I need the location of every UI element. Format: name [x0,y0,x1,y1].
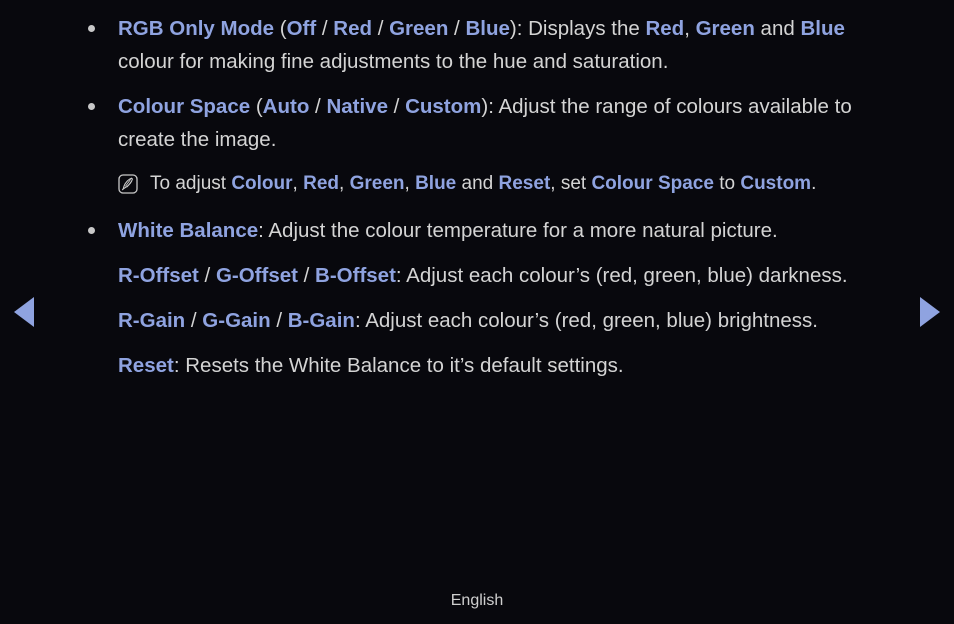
term-white-balance: White Balance [118,219,259,242]
term-g-offset: G-Offset [215,264,298,287]
note-to-text: to [713,173,741,194]
option-custom: Custom [405,95,482,118]
separator-3: / [448,17,466,40]
list-item-rgb-only-mode: RGB Only Mode (Off / Red / Green / Blue)… [60,12,894,78]
term-red: Red [645,17,685,40]
list-item-colour-space: Colour Space (Auto / Native / Custom): A… [60,90,894,156]
term-colour-space: Colour Space [591,173,714,194]
term-colour-space: Colour Space [118,95,251,118]
note-pen-icon [118,174,138,194]
description-tail: colour for making fine adjustments to th… [118,50,669,73]
option-blue: Blue [465,17,510,40]
option-native: Native [326,95,388,118]
footer-language: English [450,592,504,609]
note-body: To adjust Colour, Red, Green, Blue and R… [118,168,894,200]
note-block: To adjust Colour, Red, Green, Blue and R… [60,168,894,200]
manual-content: RGB Only Mode (Off / Red / Green / Blue)… [0,0,954,394]
term-green: Green [349,173,405,194]
paren-open: ( [250,95,263,118]
term-g-gain: G-Gain [202,309,271,332]
conjunction-and: and [754,17,801,40]
separator-2: / [372,17,390,40]
term-reset: Reset [118,354,174,377]
term-colour: Colour [231,173,293,194]
term-b-gain: B-Gain [287,309,355,332]
note-mid-text: , set [550,173,592,194]
term-custom: Custom [740,173,812,194]
comma-1: , [684,17,696,40]
term-b-offset: B-Offset [315,264,396,287]
option-off: Off [286,17,317,40]
term-r-gain: R-Gain [118,309,186,332]
separator-2: / [297,264,316,287]
term-blue: Blue [800,17,845,40]
paragraph-offset: R-Offset / G-Offset / B-Offset: Adjust e… [60,259,894,292]
description-gain: : Adjust each colour’s (red, green, blue… [354,309,818,332]
comma-1: , [292,173,304,194]
comma-2: , [339,173,350,194]
option-red: Red [333,17,373,40]
paren-close-text: ): Displays the [509,17,646,40]
bullet-marker-icon [88,25,95,32]
term-rgb-only-mode: RGB Only Mode [118,17,275,40]
option-auto: Auto [262,95,310,118]
description-reset: : Resets the White Balance to it’s defau… [173,354,624,377]
separator-2: / [387,95,406,118]
separator-1: / [316,17,334,40]
description-offset: : Adjust each colour’s (red, green, blue… [395,264,848,287]
separator-2: / [270,309,288,332]
comma-3: , [404,173,416,194]
list-item-white-balance: White Balance: Adjust the colour tempera… [60,214,894,247]
option-green: Green [389,17,449,40]
bullet-marker-icon [88,103,95,110]
description-white-balance: : Adjust the colour temperature for a mo… [258,219,778,242]
separator-1: / [185,309,203,332]
bullet-marker-icon [88,227,95,234]
term-r-offset: R-Offset [118,264,199,287]
note-lead-text: To adjust [150,173,232,194]
paragraph-reset: Reset: Resets the White Balance to it’s … [60,349,894,382]
conjunction-and: and [456,173,499,194]
emanual-page: RGB Only Mode (Off / Red / Green / Blue)… [0,0,954,624]
paren-open: ( [274,17,287,40]
term-green: Green [695,17,755,40]
term-blue: Blue [415,173,457,194]
separator-1: / [309,95,327,118]
separator-1: / [198,264,216,287]
term-red: Red [303,173,340,194]
note-end-period: . [811,173,817,194]
paragraph-gain: R-Gain / G-Gain / B-Gain: Adjust each co… [60,304,894,337]
term-reset: Reset [498,173,551,194]
